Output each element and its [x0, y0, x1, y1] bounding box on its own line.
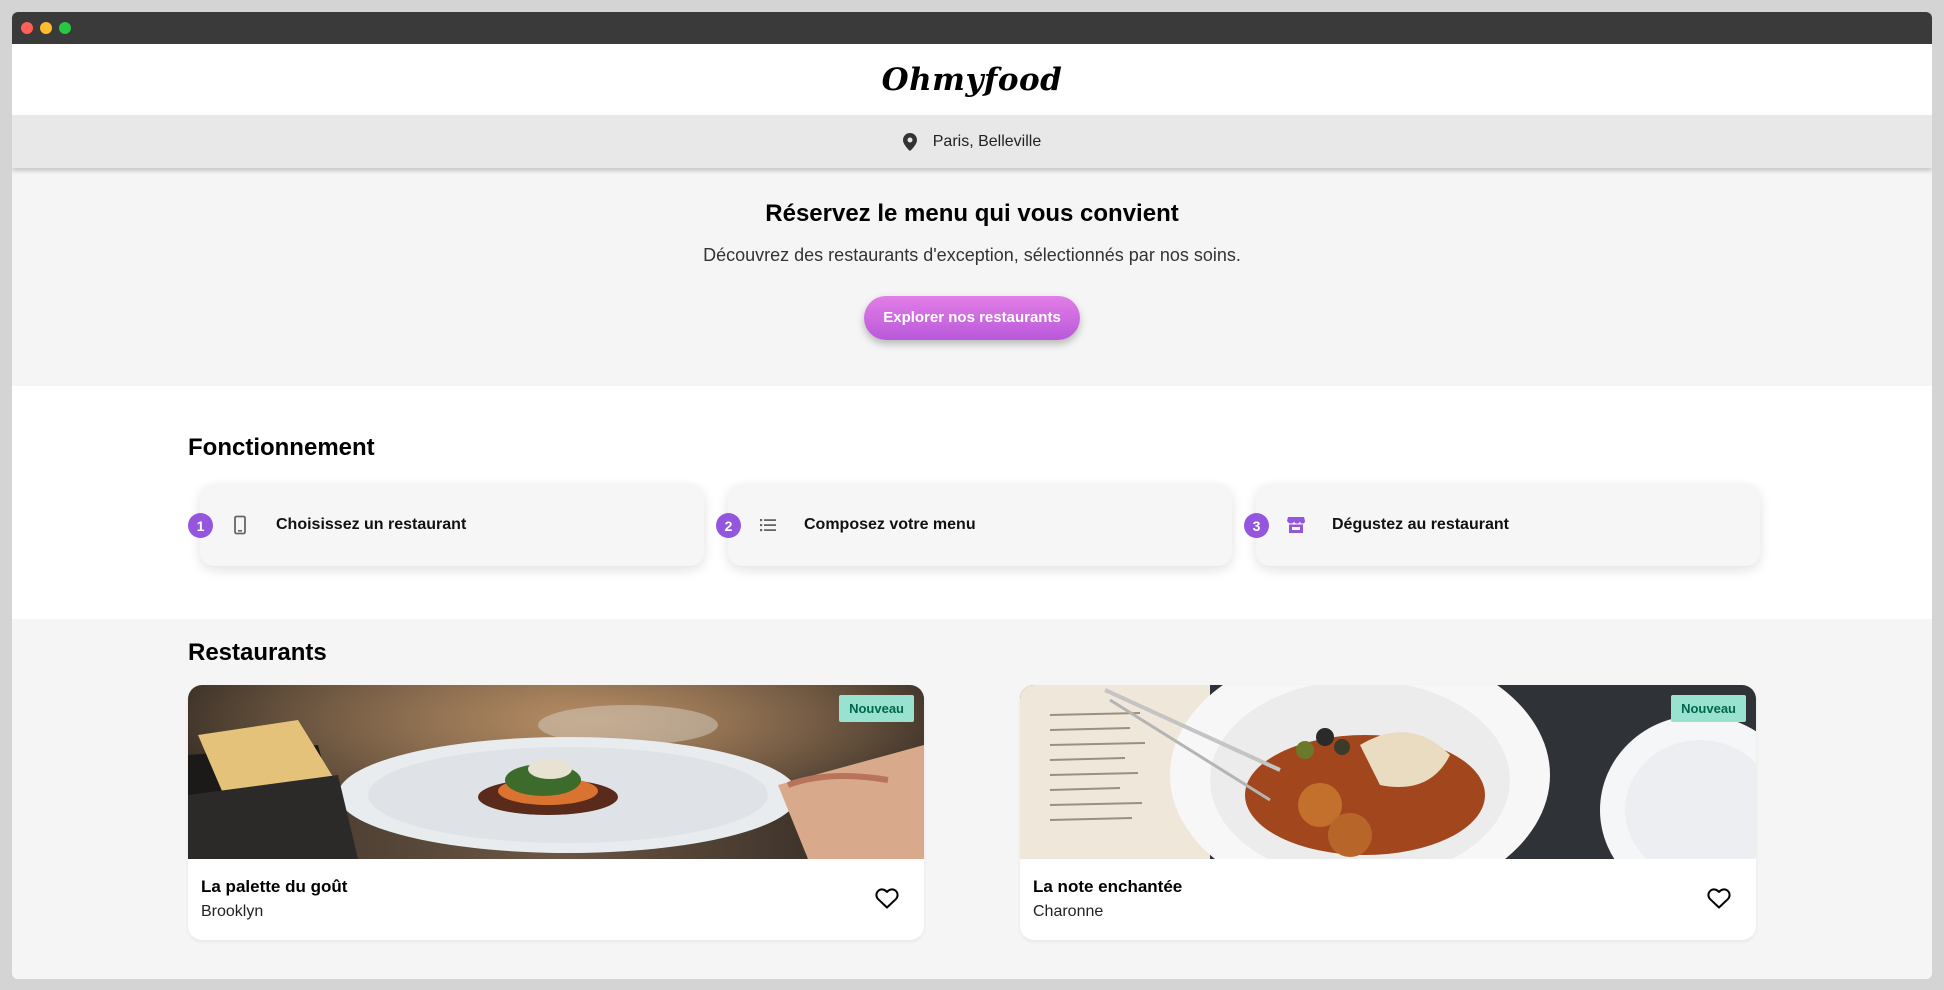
step-card: Dégustez au restaurant [1256, 484, 1760, 566]
restaurants-title: Restaurants [188, 639, 327, 666]
restaurant-card-body: La palette du goût Brooklyn [188, 859, 924, 921]
step-number-badge: 3 [1244, 513, 1269, 538]
restaurant-location: Charonne [1033, 903, 1104, 920]
new-badge: Nouveau [1671, 695, 1746, 722]
how-it-works-title: Fonctionnement [188, 434, 375, 461]
restaurant-card-body: La note enchantée Charonne [1020, 859, 1756, 921]
site-logo[interactable]: Ohmyfood [882, 62, 1063, 98]
maximize-window-button[interactable] [59, 22, 71, 34]
restaurants-section: Restaurants Nouveau La palette du goût B… [12, 619, 1932, 979]
new-badge: Nouveau [839, 695, 914, 722]
restaurant-card[interactable]: Nouveau La note enchantée Charonne [1020, 685, 1756, 940]
site-header: Ohmyfood [12, 44, 1932, 115]
store-icon [1287, 517, 1305, 533]
browser-window: Ohmyfood Paris, Belleville Réservez le m… [12, 12, 1932, 979]
step-card: Composez votre menu [728, 484, 1232, 566]
step-card: Choisissez un restaurant [200, 484, 704, 566]
hero-section: Réservez le menu qui vous convient Décou… [12, 168, 1932, 386]
location-bar: Paris, Belleville [12, 115, 1932, 168]
heart-icon[interactable] [875, 887, 899, 909]
close-window-button[interactable] [21, 22, 33, 34]
step-label: Dégustez au restaurant [1332, 516, 1509, 533]
location-text: Paris, Belleville [932, 132, 1042, 150]
how-it-works-section: Fonctionnement 1 Choisissez un restauran… [12, 386, 1932, 619]
location-pin-icon [902, 132, 917, 151]
restaurant-card[interactable]: Nouveau La palette du goût Brooklyn [188, 685, 924, 940]
mobile-phone-icon [234, 515, 246, 535]
tapas-plate-with-menu-photo [1020, 685, 1756, 859]
step-item: 1 Choisissez un restaurant [188, 484, 704, 566]
restaurant-cards: Nouveau La palette du goût Brooklyn Nouv… [188, 685, 1756, 940]
minimize-window-button[interactable] [40, 22, 52, 34]
step-item: 2 Composez votre menu [716, 484, 1232, 566]
restaurant-name: La note enchantée [1033, 877, 1183, 896]
hero-subtitle: Découvrez des restaurants d'exception, s… [703, 245, 1241, 265]
explore-restaurants-button[interactable]: Explorer nos restaurants [864, 296, 1080, 340]
restaurant-location: Brooklyn [201, 903, 264, 920]
step-number-badge: 2 [716, 513, 741, 538]
steps-list: 1 Choisissez un restaurant 2 Composez vo… [188, 484, 1760, 566]
step-item: 3 Dégustez au restaurant [1244, 484, 1760, 566]
hero-title: Réservez le menu qui vous convient [765, 200, 1179, 227]
step-number-badge: 1 [188, 513, 213, 538]
list-icon [760, 519, 776, 532]
window-titlebar [12, 12, 1932, 44]
step-label: Composez votre menu [804, 516, 976, 533]
restaurant-name: La palette du goût [201, 877, 348, 896]
plated-fish-dish-photo [188, 685, 924, 859]
heart-icon[interactable] [1707, 887, 1731, 909]
step-label: Choisissez un restaurant [276, 516, 467, 533]
